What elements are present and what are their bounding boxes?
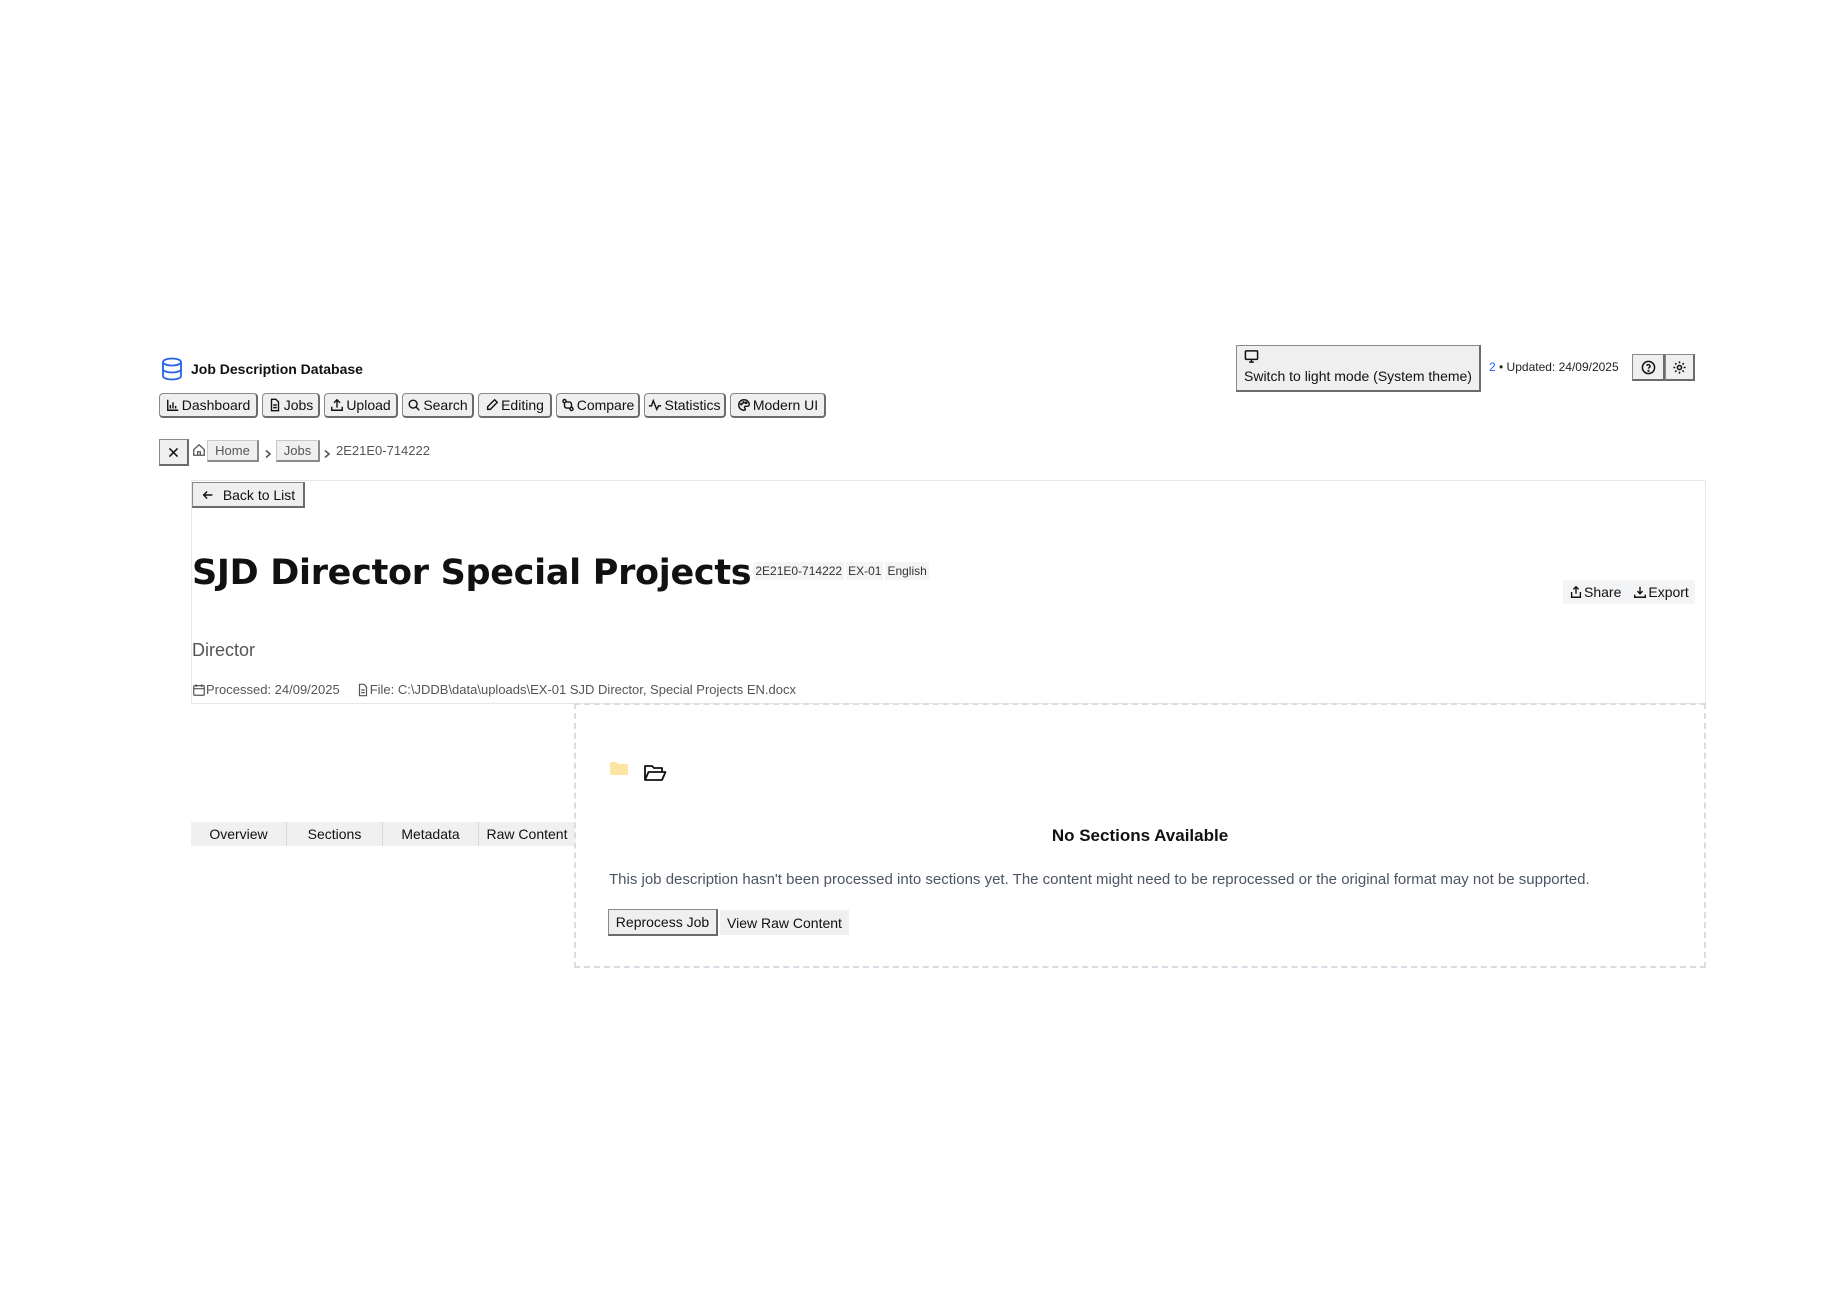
nav-modern-ui-button[interactable]: Modern UI	[730, 393, 826, 418]
theme-toggle-button[interactable]: Switch to light mode (System theme)	[1236, 345, 1481, 392]
search-icon	[408, 399, 421, 411]
compare-icon	[561, 398, 574, 412]
empty-state-panel: No Sections Available This job descripti…	[574, 703, 1706, 968]
tab-sections[interactable]: Sections	[287, 822, 383, 846]
app-brand: Job Description Database	[161, 356, 363, 382]
job-actions: Share Export	[1563, 580, 1695, 604]
nav-compare-label: Compare	[576, 397, 635, 413]
chevron-right-icon	[322, 446, 332, 459]
nav-editing-button[interactable]: Editing	[478, 393, 552, 418]
nav-compare-button[interactable]: Compare	[556, 393, 640, 418]
export-button[interactable]: Export	[1627, 580, 1694, 604]
nav-editing-label: Editing	[501, 397, 544, 413]
pencil-icon	[487, 398, 499, 411]
language-badge: English	[885, 562, 929, 580]
upload-icon	[331, 398, 344, 411]
nav-dashboard-label: Dashboard	[181, 397, 251, 413]
job-title-row: SJD Director Special Projects 2E21E0-714…	[192, 552, 929, 594]
help-circle-icon	[1641, 360, 1655, 374]
folder-icon	[610, 761, 628, 780]
reprocess-job-button[interactable]: Reprocess Job	[608, 909, 718, 936]
gear-icon	[1673, 360, 1686, 374]
download-icon	[1634, 586, 1647, 598]
job-title: SJD Director Special Projects	[192, 553, 752, 593]
palette-icon	[737, 399, 750, 411]
nav-upload-label: Upload	[346, 397, 391, 413]
tab-overview[interactable]: Overview	[191, 822, 287, 846]
processed-date: Processed: 24/09/2025	[206, 682, 340, 697]
help-button[interactable]	[1632, 354, 1665, 381]
classification-badge: EX-01	[846, 562, 884, 580]
nav-jobs-button[interactable]: Jobs	[262, 393, 320, 418]
tab-raw-content[interactable]: Raw Content	[479, 822, 575, 846]
settings-button[interactable]	[1665, 354, 1695, 381]
chevron-right-icon	[263, 446, 273, 459]
close-button[interactable]	[159, 439, 189, 466]
back-to-list-label: Back to List	[222, 486, 296, 503]
file-text-icon	[270, 398, 279, 412]
breadcrumb-jobs-link[interactable]: Jobs	[276, 440, 320, 462]
nav-statistics-label: Statistics	[664, 397, 721, 413]
share-label: Share	[1584, 584, 1622, 600]
calendar-icon	[193, 683, 205, 696]
back-to-list-button[interactable]: Back to List	[192, 482, 305, 508]
nav-statistics-button[interactable]: Statistics	[644, 393, 726, 418]
share-button[interactable]: Share	[1563, 580, 1627, 604]
tab-metadata[interactable]: Metadata	[383, 822, 479, 846]
nav-modern-ui-label: Modern UI	[752, 397, 819, 413]
job-badges: 2E21E0-714222 EX-01 English	[753, 562, 929, 580]
tab-bar: Overview Sections Metadata Raw Content	[191, 822, 575, 846]
job-id-badge: 2E21E0-714222	[753, 562, 845, 580]
activity-icon	[649, 398, 662, 412]
bar-chart-icon	[166, 399, 178, 411]
updated-text: • Updated: 24/09/2025	[1495, 360, 1619, 374]
app-title: Job Description Database	[191, 361, 363, 377]
theme-toggle-label: Switch to light mode (System theme)	[1244, 368, 1472, 384]
empty-state-message: This job description hasn't been process…	[609, 871, 1590, 888]
home-icon	[192, 443, 206, 462]
nav-upload-button[interactable]: Upload	[324, 393, 398, 418]
empty-state-heading: No Sections Available	[1051, 826, 1229, 845]
update-status: 2 • Updated: 24/09/2025	[1489, 360, 1619, 374]
nav-jobs-label: Jobs	[283, 397, 314, 413]
job-meta: Processed: 24/09/2025 File: C:\JDDB\data…	[192, 682, 796, 697]
nav-search-label: Search	[423, 397, 468, 413]
nav-dashboard-button[interactable]: Dashboard	[159, 393, 258, 418]
job-subtitle: Director	[192, 640, 256, 660]
breadcrumb-home-link[interactable]: Home	[207, 440, 259, 462]
view-raw-content-button[interactable]: View Raw Content	[720, 910, 849, 935]
arrow-left-icon	[202, 490, 213, 499]
nav-search-button[interactable]: Search	[402, 393, 474, 418]
monitor-icon	[1244, 350, 1259, 363]
file-icon	[358, 683, 367, 696]
breadcrumb-current: 2E21E0-714222	[336, 443, 430, 458]
share-icon	[1570, 585, 1582, 598]
file-path: File: C:\JDDB\data\uploads\EX-01 SJD Dir…	[369, 682, 797, 697]
update-count[interactable]: 2	[1489, 360, 1496, 374]
folder-open-icon	[643, 763, 667, 789]
database-icon	[161, 357, 183, 381]
close-icon	[168, 447, 179, 457]
export-label: Export	[1648, 584, 1689, 600]
